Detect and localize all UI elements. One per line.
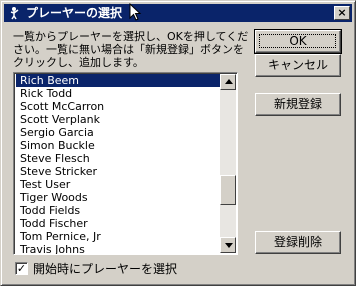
check-icon: ✓ <box>16 262 27 275</box>
close-button[interactable]: × <box>334 6 350 20</box>
golfer-icon <box>10 7 19 20</box>
player-list-items: Rich Beem Rick Todd Scott McCarron Scott Ve… <box>16 74 221 254</box>
startup-checkbox-label: 開始時にプレーヤーを選択 <box>33 262 178 276</box>
delete-button[interactable]: 登録削除 <box>255 231 341 254</box>
ok-button[interactable]: OK <box>254 29 342 54</box>
title-bar[interactable]: プレーヤーの選択 × <box>4 4 352 22</box>
list-item[interactable]: Todd Fields <box>16 204 221 217</box>
arrow-up-icon <box>225 79 233 84</box>
focus-rect <box>259 34 336 48</box>
cancel-button-label: キャンセル <box>267 58 328 72</box>
list-item[interactable]: Scott Verplank <box>16 113 221 126</box>
list-item[interactable]: Scott McCarron <box>16 100 221 113</box>
cancel-button[interactable]: キャンセル <box>255 54 341 77</box>
startup-checkbox[interactable]: ✓ <box>15 262 28 275</box>
list-item[interactable]: Steve Flesch <box>16 152 221 165</box>
list-item[interactable]: Travis Johns <box>16 243 221 254</box>
instructions-text: 一覧からプレーヤーを選択し、OKを押してください。一覧に無い場合は「新規登録」ボ… <box>13 30 249 69</box>
list-scrollbar[interactable] <box>220 74 236 253</box>
list-item[interactable]: Steve Stricker <box>16 165 221 178</box>
list-item[interactable]: Tom Pernice, Jr <box>16 230 221 243</box>
player-list[interactable]: Rich Beem Rick Todd Scott McCarron Scott Ve… <box>13 72 238 255</box>
list-item[interactable]: Rick Todd <box>16 87 221 100</box>
mouse-cursor-icon <box>129 3 142 21</box>
player-select-dialog: プレーヤーの選択 × 一覧からプレーヤーを選択し、OKを押してください。一覧に無… <box>0 0 356 286</box>
list-item[interactable]: Sergio Garcia <box>16 126 221 139</box>
list-item[interactable]: Rich Beem <box>16 74 221 87</box>
delete-button-label: 登録削除 <box>273 235 322 249</box>
register-button[interactable]: 新規登録 <box>255 93 341 116</box>
list-item[interactable]: Tiger Woods <box>16 191 221 204</box>
close-icon: × <box>337 6 347 19</box>
scroll-down-button[interactable] <box>220 237 236 253</box>
window-title: プレーヤーの選択 <box>26 6 123 20</box>
scroll-thumb[interactable] <box>220 175 236 205</box>
list-item[interactable]: Todd Fischer <box>16 217 221 230</box>
list-item[interactable]: Simon Buckle <box>16 139 221 152</box>
register-button-label: 新規登録 <box>273 97 322 111</box>
arrow-down-icon <box>225 243 233 248</box>
scroll-up-button[interactable] <box>220 74 236 90</box>
list-item[interactable]: Test User <box>16 178 221 191</box>
